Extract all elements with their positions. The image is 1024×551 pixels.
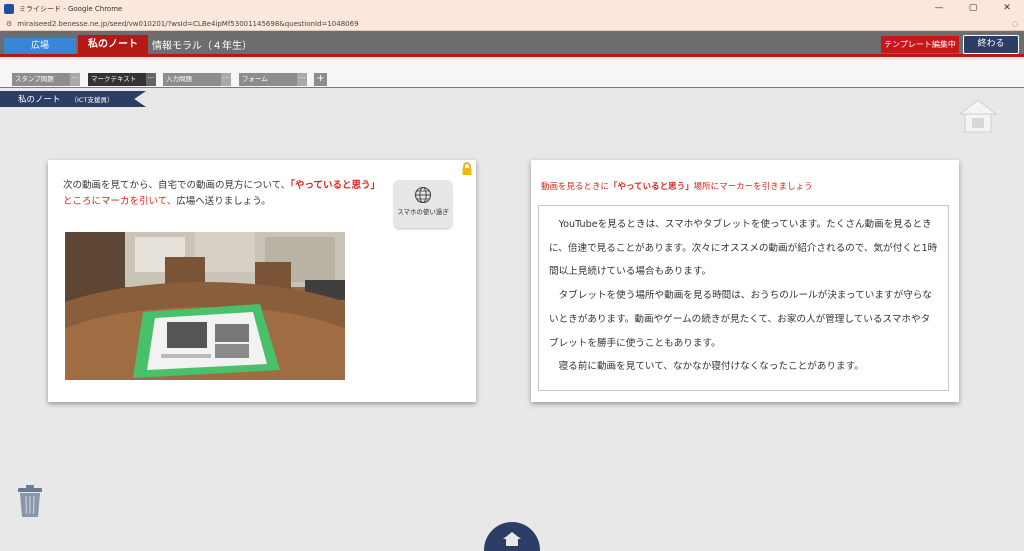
tab-stamp-question[interactable]: スタンプ問題 ···: [12, 73, 80, 86]
address-bar[interactable]: ⚙ miraiseed2.benesse.ne.jp/seed/vw010201…: [0, 17, 1024, 31]
app-header: 広場 私のノート 情報モラル（４年生） テンプレート編集中 終わる: [0, 31, 1024, 57]
mark-text-card-left[interactable]: 次の動画を見てから、自宅での動画の見方について、「やっていると思う」ところにマー…: [48, 160, 476, 402]
more-icon[interactable]: ···: [221, 73, 231, 86]
site-info-icon[interactable]: ⚙: [6, 20, 12, 28]
close-icon[interactable]: ✕: [990, 0, 1024, 17]
trash-icon[interactable]: [16, 484, 44, 518]
breadcrumb-sub: （ICT支援員）: [70, 96, 114, 104]
send-up-icon[interactable]: [957, 98, 999, 134]
instruction-text: 次の動画を見てから、自宅での動画の見方について、「やっていると思う」ところにマー…: [63, 180, 381, 207]
tab-hiroba[interactable]: 広場: [4, 38, 76, 54]
send-to-hiroba-tab[interactable]: [484, 522, 540, 551]
house-up-icon: [503, 532, 521, 546]
window-controls: — ▢ ✕: [922, 0, 1024, 17]
mark-text-card-right[interactable]: 動画を見るときに「やっていると思う」場所にマーカーを引きましょう YouTube…: [531, 160, 959, 402]
markable-text-area[interactable]: YouTubeを見るときは、スマホやタブレットを使っています。たくさん動画を見る…: [538, 205, 949, 391]
breadcrumb: 私のノート （ICT支援員）: [0, 91, 146, 107]
tab-form[interactable]: フォーム ···: [239, 73, 307, 86]
tab-input-question[interactable]: 入力問題 ···: [163, 73, 231, 86]
card-type-toolbar: スタンプ問題 ··· マークテキスト ··· 入力問題 ··· フォーム ···…: [0, 60, 1024, 88]
app-icon: [4, 3, 14, 14]
text-paragraph[interactable]: YouTubeを見るときは、スマホやタブレットを使っています。たくさん動画を見る…: [549, 213, 938, 284]
lock-icon[interactable]: [461, 162, 473, 176]
web-link-label: スマホの使い過ぎ: [397, 208, 449, 216]
more-icon[interactable]: ···: [297, 73, 307, 86]
globe-icon: [414, 186, 432, 204]
text-paragraph[interactable]: 寝る前に動画を見ていて、なかなか寝付けなくなったことがあります。: [549, 355, 938, 379]
page-title: 情報モラル（４年生）: [152, 41, 252, 52]
more-icon[interactable]: ···: [146, 73, 156, 86]
template-editing-button[interactable]: テンプレート編集中: [881, 36, 959, 53]
video-thumbnail[interactable]: [65, 232, 345, 380]
tab-mark-text[interactable]: マークテキスト ···: [88, 73, 156, 86]
add-card-button[interactable]: +: [314, 73, 327, 86]
breadcrumb-title: 私のノート: [18, 95, 61, 105]
url-text[interactable]: miraiseed2.benesse.ne.jp/seed/vw010201/?…: [17, 20, 358, 28]
maximize-icon[interactable]: ▢: [956, 0, 990, 17]
more-icon[interactable]: ···: [70, 73, 80, 86]
end-button[interactable]: 終わる: [963, 35, 1019, 54]
tab-mynote[interactable]: 私のノート: [78, 35, 148, 55]
browser-titlebar: ミライシード - Google Chrome — ▢ ✕: [0, 0, 1024, 17]
mark-instruction-heading: 動画を見るときに「やっていると思う」場所にマーカーを引きましょう: [541, 182, 813, 192]
minimize-icon[interactable]: —: [922, 0, 956, 17]
text-paragraph[interactable]: タブレットを使う場所や動画を見る時間は、おうちのルールが決まっていますが守らない…: [549, 284, 938, 355]
web-link-button[interactable]: スマホの使い過ぎ: [394, 180, 452, 228]
eye-off-icon[interactable]: ◌: [1012, 20, 1018, 28]
window-title: ミライシード - Google Chrome: [19, 4, 123, 13]
